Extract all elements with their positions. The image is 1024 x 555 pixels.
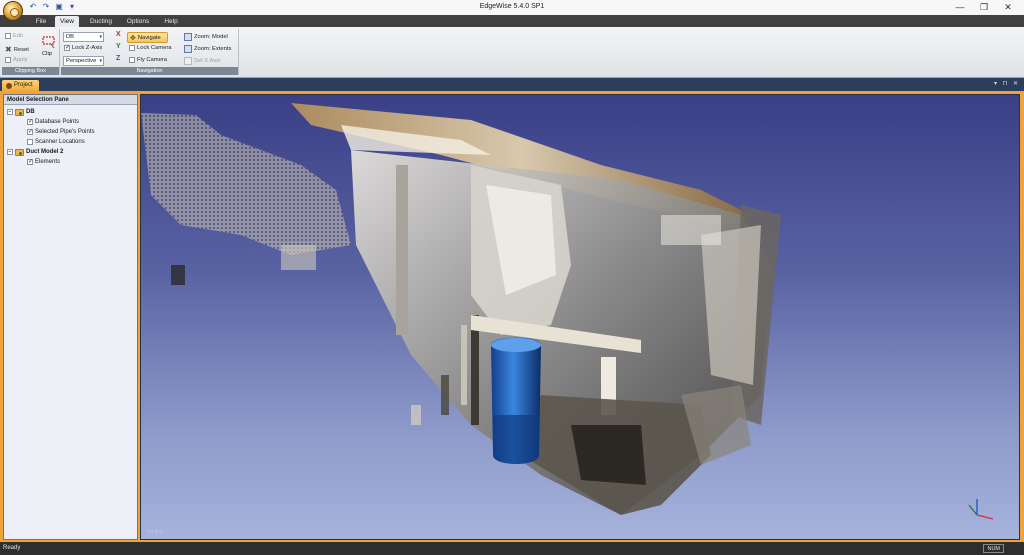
ribbon-tab-bar: File View Ducting Options Help [0, 15, 1024, 27]
tab-project-label: Project [14, 82, 33, 88]
navigation-group: DB ▾ Lock Z-Axis Perspective ▾ X Y Z ✥ N… [61, 29, 239, 75]
tree-group-db-label: DB [26, 109, 35, 115]
set-x-axis-icon [184, 57, 192, 65]
lock-z-axis-label: Lock Z-Axis [72, 45, 103, 51]
scanner-locations-checkbox[interactable] [27, 139, 33, 145]
title-bar: ↶ ↷ ▣ ▾ EdgeWise 5.4.0 SP1 — ❐ ✕ [0, 0, 1024, 21]
lock-camera-checkbox[interactable]: Lock Camera [129, 45, 171, 51]
tree-group-duct-model-label: Duct Model 2 [26, 149, 64, 155]
navigate-button[interactable]: ✥ Navigate [127, 32, 168, 43]
ribbon: Edit ✖ Reset Apply Clip Clipping Box DB … [0, 27, 1024, 78]
point-cloud-render [141, 103, 994, 520]
selected-pipes-points-checkbox[interactable] [27, 128, 33, 135]
clipping-box-group-label: Clipping Box [2, 67, 59, 75]
model-selection-pane: Model Selection Pane − DB Database Point… [3, 94, 138, 540]
chevron-down-icon: ▾ [99, 58, 102, 64]
navigate-icon: ✥ [130, 34, 136, 42]
apply-button[interactable]: Apply [5, 57, 28, 63]
document-window-controls[interactable]: ▾ ⊓ ✕ [994, 80, 1020, 87]
database-combo-value: DB [66, 34, 75, 40]
reset-icon: ✖ [5, 45, 12, 54]
zoom-model-icon [184, 33, 192, 41]
apply-label: Apply [13, 57, 28, 63]
collapse-icon[interactable]: − [7, 109, 13, 115]
tree-item-scanner-locations[interactable]: Scanner Locations [4, 137, 137, 147]
zoom-extents-label: Zoom: Extents [194, 46, 232, 52]
axis-triad-icon [968, 499, 994, 520]
zoom-extents-icon [184, 45, 192, 53]
minimize-button[interactable]: — [948, 0, 972, 14]
tree-item-label: Scanner Locations [35, 139, 85, 145]
navigation-group-label: Navigation [61, 67, 238, 75]
set-x-axis-button[interactable]: Set X Axis [184, 57, 220, 65]
tab-help[interactable]: Help [160, 16, 182, 27]
edit-button[interactable]: Edit [5, 33, 23, 39]
tree-item-label: Selected Pipe's Points [35, 129, 95, 135]
fly-camera-check-icon [129, 57, 135, 63]
apply-checkbox-icon [5, 57, 11, 63]
collapse-icon[interactable]: − [7, 149, 13, 155]
lock-z-axis-check-icon [64, 44, 70, 51]
reset-button[interactable]: ✖ Reset [5, 45, 29, 54]
projection-combo[interactable]: Perspective ▾ [63, 56, 104, 66]
model-folder-icon [15, 148, 24, 156]
tab-ducting[interactable]: Ducting [86, 16, 116, 27]
close-button[interactable]: ✕ [996, 0, 1020, 14]
tree-item-elements[interactable]: Elements [4, 157, 137, 167]
fps-indicator: 60 fps [147, 529, 162, 535]
projection-combo-value: Perspective [66, 58, 97, 64]
tree-group-duct-model-2[interactable]: − Duct Model 2 [4, 147, 137, 157]
tree-item-database-points[interactable]: Database Points [4, 117, 137, 127]
reset-label: Reset [13, 46, 29, 53]
lock-camera-check-icon [129, 45, 135, 51]
project-icon [6, 82, 12, 89]
3d-viewport[interactable]: 60 fps [140, 94, 1020, 540]
zoom-model-label: Zoom: Model [194, 34, 228, 40]
lock-camera-label: Lock Camera [137, 45, 172, 51]
tab-options[interactable]: Options [124, 16, 152, 27]
z-axis-button[interactable]: Z [116, 55, 120, 62]
zoom-model-button[interactable]: Zoom: Model [184, 33, 228, 41]
document-tab-strip: Project ▾ ⊓ ✕ [0, 78, 1024, 91]
status-text: Ready [3, 545, 21, 551]
clip-icon[interactable] [42, 35, 56, 49]
maximize-button[interactable]: ❐ [972, 0, 996, 14]
pane-title: Model Selection Pane [4, 95, 137, 105]
application-menu-button[interactable] [3, 1, 23, 21]
lock-z-axis-checkbox[interactable]: Lock Z-Axis [64, 44, 103, 51]
num-lock-indicator: NUM [983, 544, 1004, 553]
model-tree: − DB Database Points Selected Pipe's Poi… [4, 105, 137, 167]
zoom-extents-button[interactable]: Zoom: Extents [184, 45, 231, 53]
tree-item-label: Elements [35, 159, 61, 165]
y-axis-button[interactable]: Y [116, 43, 121, 50]
fly-camera-checkbox[interactable]: Fly Camera [129, 57, 167, 63]
edit-label: Edit [13, 33, 23, 39]
tree-group-db[interactable]: − DB [4, 107, 137, 117]
database-combo[interactable]: DB ▾ [63, 32, 104, 42]
status-bar: Ready NUM [0, 542, 1024, 555]
set-x-axis-label: Set X Axis [194, 58, 221, 64]
fly-camera-label: Fly Camera [137, 57, 167, 63]
tab-view[interactable]: View [55, 16, 79, 27]
tab-project[interactable]: Project [2, 80, 39, 91]
x-axis-button[interactable]: X [116, 31, 121, 38]
tab-file[interactable]: File [30, 16, 52, 27]
elements-checkbox[interactable] [27, 158, 33, 165]
tree-item-selected-pipes-points[interactable]: Selected Pipe's Points [4, 127, 137, 137]
window-title: EdgeWise 5.4.0 SP1 [479, 3, 545, 10]
tree-item-label: Database Points [35, 119, 80, 125]
clip-label[interactable]: Clip [42, 51, 52, 57]
window-controls: — ❐ ✕ [948, 0, 1020, 14]
database-folder-icon [15, 108, 24, 116]
chevron-down-icon: ▾ [99, 34, 102, 40]
clipping-box-group: Edit ✖ Reset Apply Clip Clipping Box [2, 29, 60, 75]
navigate-label: Navigate [137, 34, 161, 41]
database-points-checkbox[interactable] [27, 118, 33, 125]
edit-checkbox-icon [5, 33, 11, 39]
